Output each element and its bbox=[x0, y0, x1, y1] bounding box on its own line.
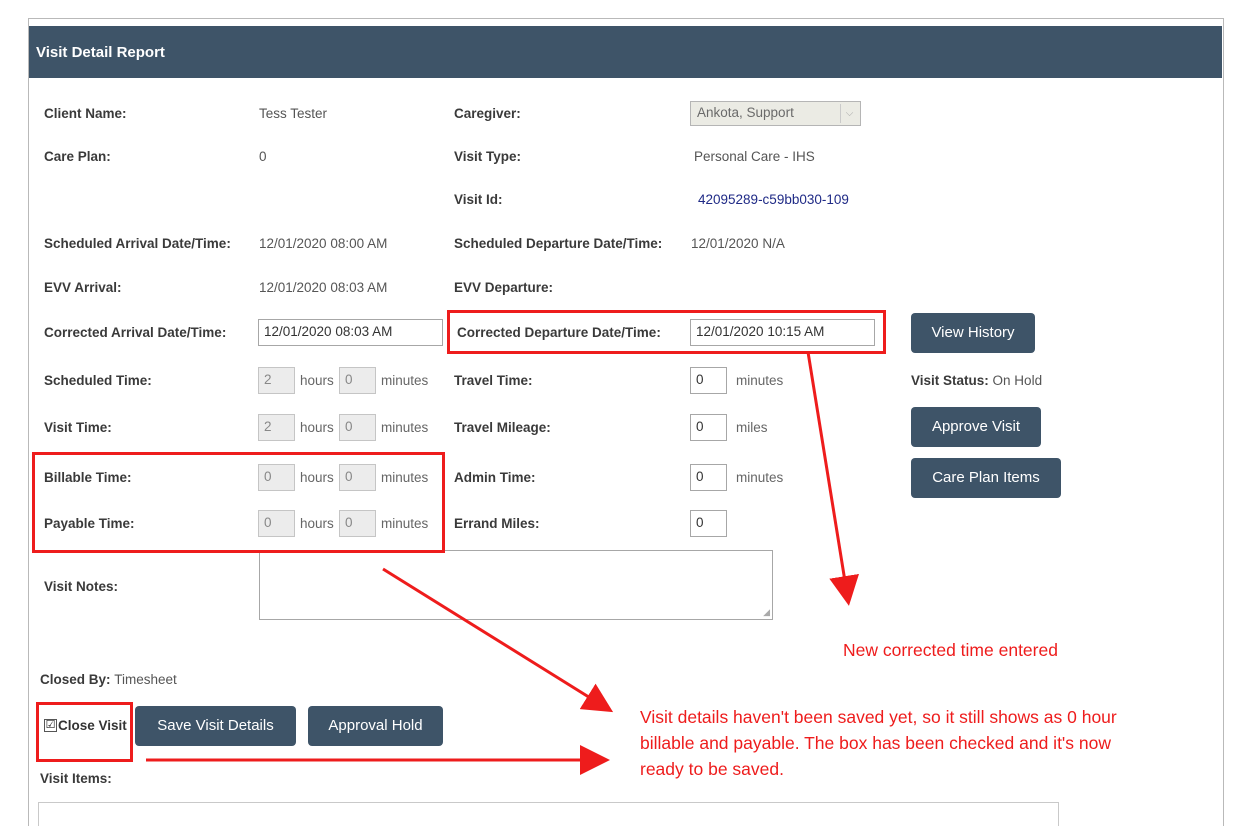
arrow-to-corrected-note bbox=[806, 351, 859, 606]
annotation-arrows bbox=[146, 351, 859, 775]
annotation-not-saved-line1: Visit details haven't been saved yet, so… bbox=[640, 707, 1117, 727]
arrow-billable-to-note bbox=[382, 567, 614, 713]
annotation-not-saved-line3: ready to be saved. bbox=[640, 759, 784, 779]
annotation-not-saved-line2: billable and payable. The box has been c… bbox=[640, 733, 1111, 753]
annotation-corrected-time: New corrected time entered bbox=[843, 640, 1058, 660]
